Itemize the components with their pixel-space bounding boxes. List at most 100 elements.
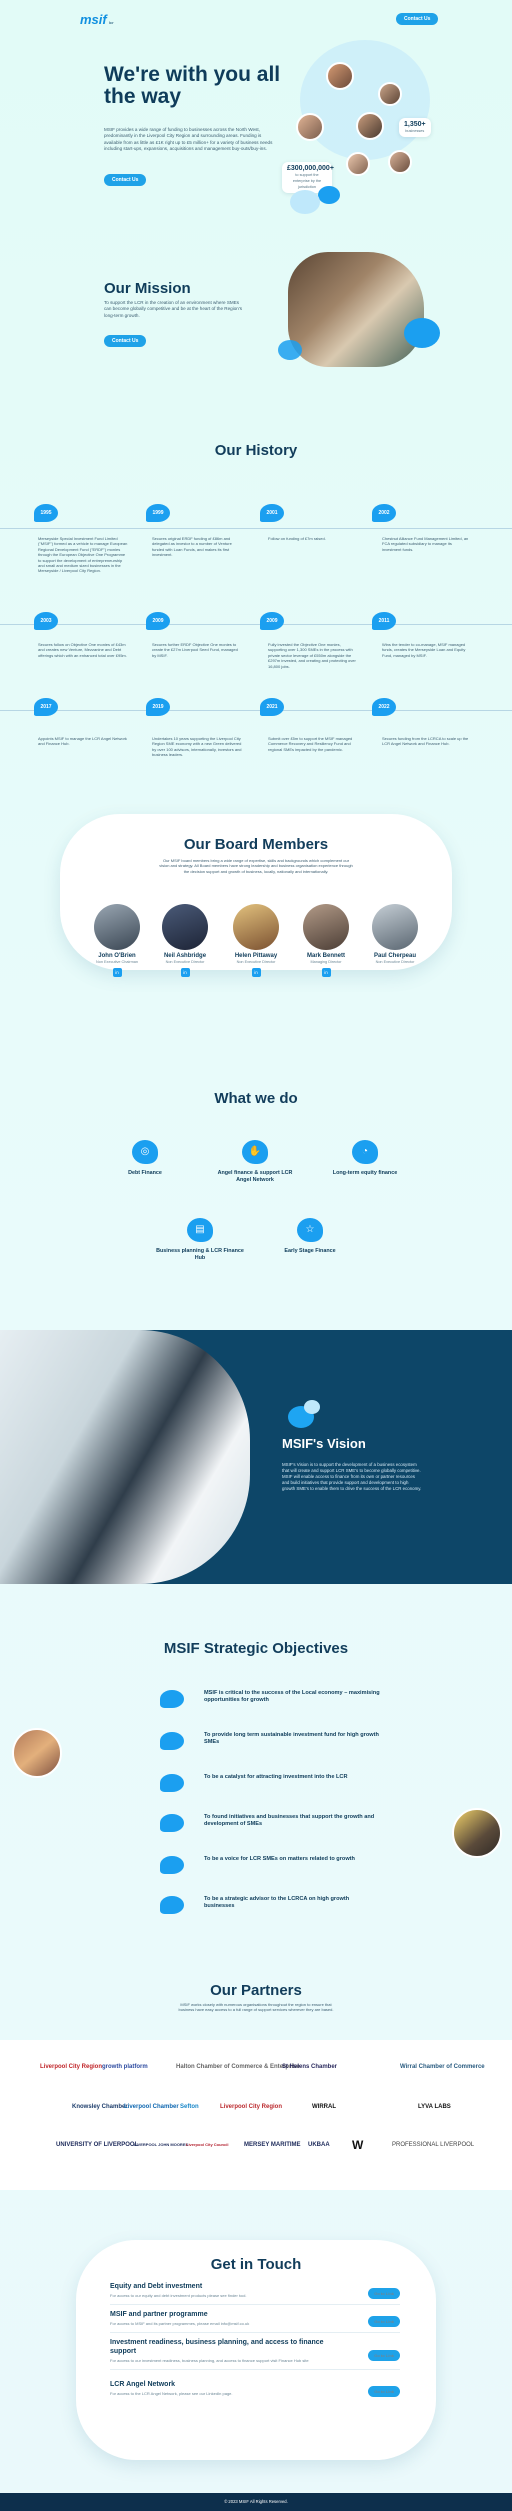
mission-text: To support the LCR in the creation of an…: [104, 300, 243, 318]
mission-contact-button[interactable]: Contact Us: [104, 335, 147, 347]
page: msif lcr Contact Us We're with you all th…: [0, 0, 512, 2511]
history-text: Submit over £5m to support the MSIF mana…: [268, 736, 353, 752]
objective-item: MSIF is critical to the success of the L…: [160, 1690, 380, 1708]
linkedin-icon[interactable]: in: [112, 968, 122, 977]
partner-logo[interactable]: PROFESSIONAL LIVERPOOL: [392, 2142, 474, 2148]
linkedin-icon[interactable]: in: [321, 968, 331, 977]
avatar: [296, 113, 324, 141]
partner-logo[interactable]: Sefton: [180, 2104, 199, 2110]
history-text: Follow on funding of £7m raised.: [268, 536, 326, 541]
partners-band: Liverpool City Region growth platform Ha…: [0, 2040, 512, 2190]
mission-photo: [288, 252, 424, 367]
history-text: Chestnut Alliance Fund Management Limite…: [382, 536, 469, 552]
service-early-stage[interactable]: ☆ Early Stage Finance: [265, 1218, 355, 1255]
go-to-link-button[interactable]: Go to Link: [368, 2288, 400, 2299]
history-year: 2001: [260, 504, 284, 522]
decor-blob: [278, 340, 302, 360]
partner-logo[interactable]: Wirral Chamber of Commerce: [400, 2064, 485, 2070]
document-icon: ▤: [187, 1218, 213, 1242]
board-member: Paul Cherpeau Non Executive Director: [362, 904, 428, 964]
partner-logo[interactable]: St Helens Chamber: [282, 2064, 337, 2070]
partner-logo[interactable]: growth platform: [102, 2064, 148, 2070]
history-text: Wins the tender to co-manage, MSIF manag…: [382, 642, 466, 658]
hero-title: We're with you all the way: [104, 63, 281, 108]
partner-logo[interactable]: Liverpool City Council: [186, 2142, 228, 2147]
partner-logo[interactable]: UKBAA: [308, 2142, 330, 2148]
service-business-planning[interactable]: ▤ Business planning & LCR Finance Hub: [155, 1218, 245, 1262]
vision-photo: [0, 1330, 250, 1584]
decor-blob: [404, 318, 440, 348]
hero-ring: [300, 40, 430, 160]
objective-blob: [160, 1814, 184, 1832]
history-text: Secures funding from the LCRCA to scale …: [382, 736, 469, 747]
partner-logo[interactable]: LYVA LABS: [418, 2104, 451, 2110]
objective-blob: [160, 1856, 184, 1874]
objectives-title: MSIF Strategic Objectives: [163, 1640, 349, 1657]
logo[interactable]: msif lcr: [80, 12, 114, 27]
history-year: 2022: [372, 698, 396, 716]
linkedin-icon[interactable]: in: [180, 968, 190, 977]
board-member: John O'Brien Non Executive Chairman in: [84, 904, 150, 977]
stat-businesses: 1,350+ businesses: [399, 118, 431, 137]
partner-logo[interactable]: MERSEY MARITIME: [244, 2142, 301, 2148]
coins-icon: ◎: [132, 1140, 158, 1164]
partner-logo[interactable]: Liverpool City Region: [40, 2064, 102, 2070]
avatar: [12, 1728, 62, 1778]
partner-logo[interactable]: Liverpool City Region: [220, 2104, 282, 2110]
decor-blob: [318, 186, 340, 204]
history-year: 2021: [260, 698, 284, 716]
history-year: 2002: [372, 504, 396, 522]
member-photo: [372, 904, 418, 950]
go-to-link-button[interactable]: Go to Link: [368, 2350, 400, 2361]
vision-text: MSIF's Vision is to support the developm…: [282, 1462, 422, 1491]
history-year: 2003: [34, 612, 58, 630]
objective-item: To be a catalyst for attracting investme…: [160, 1774, 380, 1792]
avatar: [378, 82, 402, 106]
history-title: Our History: [214, 442, 298, 459]
avatar: [452, 1808, 502, 1858]
service-equity-finance[interactable]: ◔ Long-term equity finance: [320, 1140, 410, 1177]
go-to-link-button[interactable]: Go to Link: [368, 2316, 400, 2327]
partner-logo[interactable]: UNIVERSITY OF LIVERPOOL: [56, 2142, 138, 2148]
partner-logo[interactable]: LIVERPOOL JOHN MOORES: [134, 2142, 188, 2147]
history-text: Appoints MSIF to manage the LCR Angel Ne…: [38, 736, 127, 747]
board-intro: Our MSIF board members bring a wide rang…: [159, 858, 353, 874]
partner-logo[interactable]: W: [352, 2138, 363, 2152]
history-text: Secures original ERDF funding of £86m an…: [152, 536, 232, 558]
partner-logo[interactable]: WIRRAL: [312, 2104, 336, 2110]
avatar: [388, 150, 412, 174]
history-year: 2019: [146, 698, 170, 716]
touch-row: Equity and Debt investment For access to …: [110, 2282, 400, 2305]
objective-item: To found initiatives and businesses that…: [160, 1814, 380, 1832]
service-debt-finance[interactable]: ◎ Debt Finance: [100, 1140, 190, 1177]
board-member: Mark Bennett Managing Director in: [293, 904, 359, 977]
objective-blob: [160, 1690, 184, 1708]
objective-item: To be a voice for LCR SMEs on matters re…: [160, 1856, 380, 1874]
partner-logo[interactable]: Liverpool Chamber: [124, 2104, 179, 2110]
touch-row: Investment readiness, business planning,…: [110, 2338, 400, 2370]
partner-logo[interactable]: Knowsley Chamber: [72, 2104, 128, 2110]
timeline-line: [0, 528, 512, 529]
hero-contact-button[interactable]: Contact Us: [104, 174, 147, 186]
avatar: [356, 112, 384, 140]
service-angel-finance[interactable]: ✋ Angel finance & support LCR Angel Netw…: [210, 1140, 300, 1184]
touch-row: MSIF and partner programme For access to …: [110, 2310, 400, 2333]
history-text: Secures further ERDF Objective One monie…: [152, 642, 238, 658]
member-photo: [303, 904, 349, 950]
partners-intro: MSIF works closely with numerous organis…: [178, 2002, 334, 2013]
linkedin-icon[interactable]: in: [251, 968, 261, 977]
handshake-icon: ✋: [242, 1140, 268, 1164]
history-year: 1999: [146, 504, 170, 522]
history-text: Fully invested the Objective One monies,…: [268, 642, 356, 669]
contact-us-button[interactable]: Contact Us: [396, 13, 439, 25]
history-year: 2009: [146, 612, 170, 630]
history-year: 2017: [34, 698, 58, 716]
avatar: [326, 62, 354, 90]
history-year: 1995: [34, 504, 58, 522]
history-year: 2011: [372, 612, 396, 630]
go-to-link-button[interactable]: Go to Link: [368, 2386, 400, 2397]
history-year: 2009: [260, 612, 284, 630]
objective-blob: [160, 1732, 184, 1750]
objective-blob: [160, 1896, 184, 1914]
member-photo: [233, 904, 279, 950]
